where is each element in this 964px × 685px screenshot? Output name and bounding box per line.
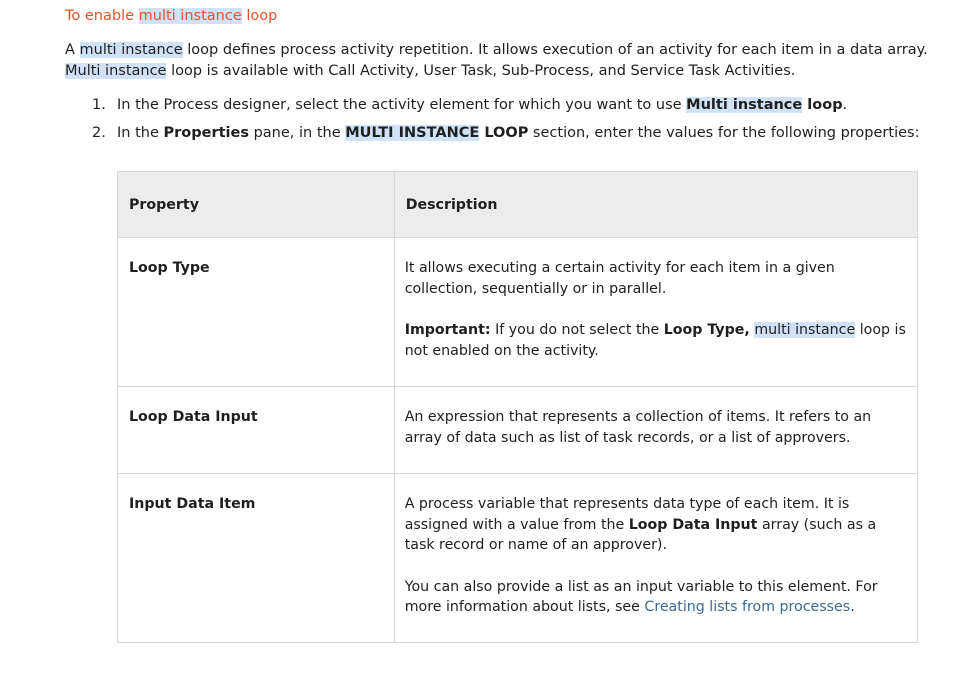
step-bold: LOOP <box>479 125 529 141</box>
property-name: Input Data Item <box>129 496 256 512</box>
description-bold: Loop Data Input <box>628 516 758 533</box>
step-text-part: In the Process designer, select the acti… <box>117 97 687 113</box>
description-body: It allows executing a certain activity f… <box>395 238 917 361</box>
description-cell: A process variable that represents data … <box>393 473 919 643</box>
description-text: An expression that represents a collecti… <box>404 409 872 446</box>
step-text-part: section, enter the values for the follow… <box>528 125 920 141</box>
property-name: Loop Type <box>129 260 210 276</box>
important-note: Important: If you do not select the Loop… <box>405 320 907 361</box>
description-highlight: multi instance <box>754 322 856 338</box>
table-row: Input Data Item A process variable that … <box>117 473 919 643</box>
property-cell: Input Data Item <box>117 473 395 643</box>
description-cell: It allows executing a certain activity f… <box>393 237 919 387</box>
intro-line-1: A multi instance loop defines process ac… <box>65 40 945 61</box>
table-header-description: Description <box>393 171 919 238</box>
description-body: An expression that represents a collecti… <box>395 387 917 448</box>
creating-lists-link[interactable]: Creating lists from processes <box>644 599 850 615</box>
intro-text: loop defines process activity repetition… <box>182 42 928 58</box>
table-header-property: Property <box>117 171 395 238</box>
description-text: A process variable that represents data … <box>405 494 907 556</box>
title-suffix: loop <box>241 8 278 24</box>
title-prefix: To enable <box>65 8 139 24</box>
step-text: In the Process designer, select the acti… <box>117 94 847 116</box>
table-row: Loop Type It allows executing a certain … <box>117 237 919 387</box>
description-text-part: . <box>850 599 855 615</box>
step-text-part: In the <box>117 125 164 141</box>
description-cell: An expression that represents a collecti… <box>393 386 919 474</box>
intro-line-2: Multi instance loop is available with Ca… <box>65 61 945 82</box>
description-body: A process variable that represents data … <box>395 474 917 618</box>
header-label: Property <box>129 196 199 213</box>
important-label: Important: <box>404 322 491 338</box>
step-highlight: MULTI INSTANCE <box>345 125 480 141</box>
property-cell: Loop Data Input <box>117 386 395 474</box>
description-text: It allows executing a certain activity f… <box>404 260 835 297</box>
intro-highlight: Multi instance <box>65 63 167 79</box>
properties-table: Property Description Loop Type It allows… <box>117 171 919 643</box>
intro-text: A <box>65 42 80 58</box>
property-name: Loop Data Input <box>129 409 258 425</box>
step-bold: loop <box>802 97 843 113</box>
step-highlight: Multi instance <box>686 97 803 113</box>
step-item: 2. In the Properties pane, in the MULTI … <box>92 122 952 150</box>
step-text-part: pane, in the <box>248 125 346 141</box>
header-label: Description <box>405 196 498 213</box>
title-highlight: multi instance <box>138 8 242 24</box>
section-title: To enable multi instance loop <box>65 8 277 24</box>
step-number: 1. <box>92 97 106 113</box>
table-row: Loop Data Input An expression that repre… <box>117 386 919 474</box>
table-header-row: Property Description <box>117 171 919 238</box>
document-page: To enable multi instance loop A multi in… <box>0 0 964 685</box>
step-number: 2. <box>92 125 106 141</box>
property-cell: Loop Type <box>117 237 395 387</box>
step-bold: Properties <box>163 125 249 141</box>
intro-paragraph: A multi instance loop defines process ac… <box>65 40 945 82</box>
description-bold: Loop Type, <box>663 322 750 338</box>
step-text: In the Properties pane, in the MULTI INS… <box>117 122 919 144</box>
steps-list: 1. In the Process designer, select the a… <box>92 94 952 150</box>
step-item: 1. In the Process designer, select the a… <box>92 94 952 122</box>
description-text: If you do not select the <box>490 322 664 338</box>
step-text-part: . <box>842 97 848 113</box>
description-text: You can also provide a list as an input … <box>405 577 907 618</box>
intro-text: loop is available with Call Activity, Us… <box>166 63 796 79</box>
intro-highlight: multi instance <box>79 42 183 58</box>
